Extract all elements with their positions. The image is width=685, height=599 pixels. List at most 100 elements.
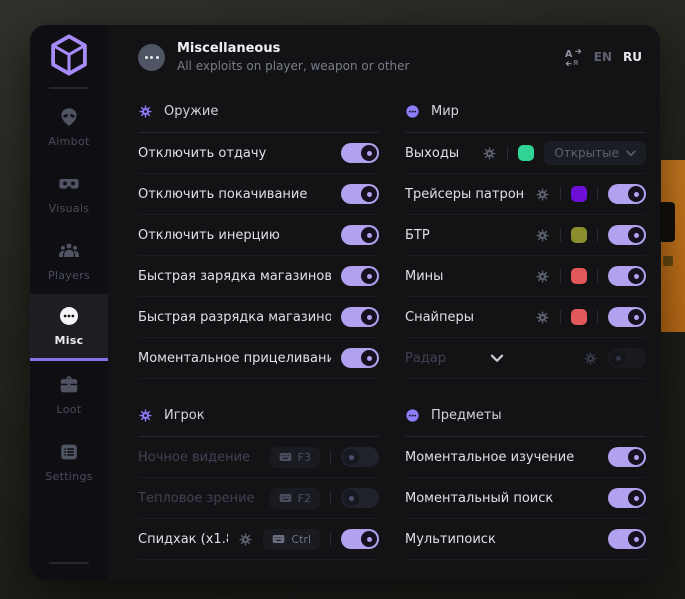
row-label: Трейсеры патронов: [405, 187, 525, 202]
toggle-on[interactable]: [608, 307, 646, 327]
keyboard-icon: [272, 534, 285, 544]
divider: [597, 269, 598, 283]
sidebar-item-settings[interactable]: Settings: [30, 428, 108, 495]
sidebar-item-players[interactable]: Players: [30, 227, 108, 294]
exits-dropdown[interactable]: Открытые: [544, 141, 646, 165]
gear-icon[interactable]: [535, 310, 550, 325]
row-speedhack: Спидхак (x1.8) Ctrl: [138, 519, 379, 560]
color-swatch[interactable]: [518, 145, 534, 161]
section-title: Оружие: [164, 104, 218, 119]
color-swatch[interactable]: [571, 227, 587, 243]
toggle-on[interactable]: [608, 488, 646, 508]
color-swatch[interactable]: [571, 268, 587, 284]
toggle-off[interactable]: [341, 447, 379, 467]
divider: [330, 450, 331, 464]
section-weapon: Оружие Отключить отдачу Отключить покачи…: [138, 91, 379, 379]
sidebar-item-label: Visuals: [49, 202, 90, 215]
gear-icon[interactable]: [535, 228, 550, 243]
row-label: Мультипоиск: [405, 532, 598, 547]
row-instant-aim: Моментальное прицеливание: [138, 338, 379, 379]
divider: [597, 228, 598, 242]
row-label: Отключить инерцию: [138, 228, 331, 243]
divider: [597, 187, 598, 201]
main-content: Оружие Отключить отдачу Отключить покачи…: [108, 89, 660, 560]
gear-icon[interactable]: [238, 532, 253, 547]
gear-icon: [138, 408, 153, 423]
sidebar-item-misc[interactable]: Misc: [30, 294, 108, 361]
row-disable-sway: Отключить покачивание: [138, 174, 379, 215]
row-label: Выходы: [405, 146, 472, 161]
divider: [507, 146, 508, 160]
toggle-on[interactable]: [608, 266, 646, 286]
row-mines: Мины: [405, 256, 646, 297]
page-header: Miscellaneous All exploits on player, we…: [108, 25, 660, 89]
divider: [560, 269, 561, 283]
section-player: Игрок Ночное видение F3 Тепловое зрение: [138, 395, 379, 560]
sidebar-divider: [49, 562, 89, 564]
toggle-off[interactable]: [608, 348, 646, 368]
row-instant-examine: Моментальное изучение: [405, 437, 646, 478]
ellipsis-circle-icon: [138, 44, 165, 71]
translate-icon[interactable]: [564, 48, 583, 67]
language-ru-button[interactable]: RU: [623, 50, 642, 64]
toggle-on[interactable]: [341, 225, 379, 245]
gear-icon: [138, 104, 153, 119]
color-swatch[interactable]: [571, 309, 587, 325]
toggle-on[interactable]: [341, 348, 379, 368]
sidebar-item-label: Misc: [55, 334, 84, 347]
row-night-vision: Ночное видение F3: [138, 437, 379, 478]
row-label: Ночное видение: [138, 450, 260, 465]
toggle-on[interactable]: [608, 529, 646, 549]
toggle-on[interactable]: [341, 184, 379, 204]
sidebar-item-loot[interactable]: Loot: [30, 361, 108, 428]
row-label: Моментальное прицеливание: [138, 351, 331, 366]
sidebar: Aimbot Visuals Players Misc Loot Setting…: [30, 25, 108, 580]
toggle-off[interactable]: [341, 488, 379, 508]
page-title: Miscellaneous: [177, 41, 409, 56]
sidebar-item-aimbot[interactable]: Aimbot: [30, 93, 108, 160]
gear-icon[interactable]: [535, 187, 550, 202]
toggle-on[interactable]: [608, 225, 646, 245]
people-icon: [58, 240, 80, 262]
gear-icon[interactable]: [583, 351, 598, 366]
toggle-on[interactable]: [608, 184, 646, 204]
row-fast-reload: Быстрая зарядка магазинов: [138, 256, 379, 297]
keyboard-icon: [279, 452, 292, 462]
row-label: Моментальное изучение: [405, 450, 598, 465]
row-label: Тепловое зрение: [138, 491, 260, 506]
gear-icon[interactable]: [535, 269, 550, 284]
row-label: Снайперы: [405, 310, 525, 325]
section-title: Игрок: [164, 408, 205, 423]
row-label: Радар: [405, 351, 446, 366]
toggle-on[interactable]: [341, 266, 379, 286]
language-en-button[interactable]: EN: [594, 50, 612, 64]
left-column: Оружие Отключить отдачу Отключить покачи…: [138, 91, 379, 560]
sidebar-nav: Aimbot Visuals Players Misc Loot Setting…: [30, 93, 108, 495]
sidebar-item-label: Settings: [45, 470, 93, 483]
sidebar-divider: [49, 87, 89, 89]
ellipsis-circle-icon: [405, 408, 420, 423]
section-title: Предметы: [431, 408, 502, 423]
divider: [560, 187, 561, 201]
gear-icon[interactable]: [482, 146, 497, 161]
row-label: Быстрая разрядка магазинов: [138, 310, 331, 325]
toggle-on[interactable]: [341, 143, 379, 163]
list-icon: [58, 441, 80, 463]
row-snipers: Снайперы: [405, 297, 646, 338]
toggle-on[interactable]: [608, 447, 646, 467]
toggle-on[interactable]: [341, 307, 379, 327]
briefcase-icon: [58, 374, 80, 396]
section-title: Мир: [431, 104, 459, 119]
sidebar-item-visuals[interactable]: Visuals: [30, 160, 108, 227]
divider: [560, 228, 561, 242]
hotkey-badge[interactable]: Ctrl: [263, 529, 320, 550]
color-swatch[interactable]: [571, 186, 587, 202]
hotkey-badge[interactable]: F3: [270, 447, 320, 468]
row-label: Мины: [405, 269, 525, 284]
row-exits: Выходы Открытые: [405, 133, 646, 174]
chevron-down-icon: [626, 150, 636, 157]
hotkey-badge[interactable]: F2: [270, 488, 320, 509]
chevron-down-icon[interactable]: [490, 354, 504, 363]
toggle-on[interactable]: [341, 529, 379, 549]
divider: [560, 310, 561, 324]
